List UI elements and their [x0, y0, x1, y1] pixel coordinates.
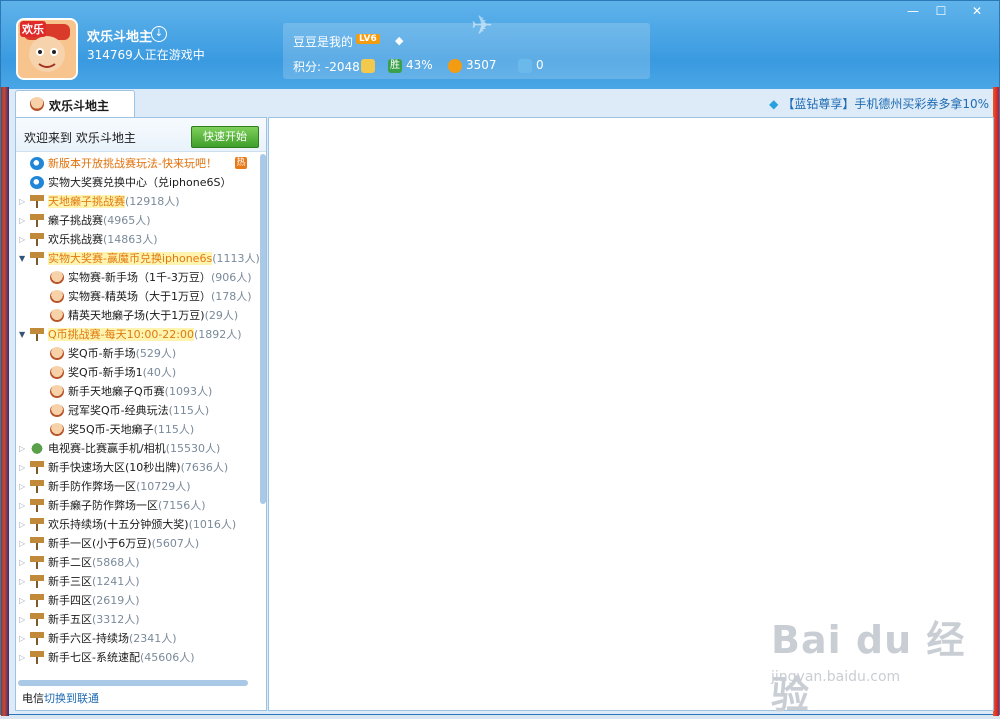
signpost-icon: [30, 461, 44, 474]
signpost-icon: [30, 575, 44, 588]
signpost-icon: [30, 632, 44, 645]
watermark-logo: Bai du 经验: [771, 618, 966, 717]
face-icon: [50, 347, 64, 360]
promo-link[interactable]: ◆ 【蓝钻尊享】手机德州买彩券多拿10%: [769, 95, 989, 112]
face-icon: [50, 423, 64, 436]
diamond-icon: ◆: [769, 97, 779, 111]
face-icon: [30, 97, 44, 111]
expand-arrow-icon[interactable]: ▷: [19, 610, 27, 629]
face-icon: [50, 271, 64, 284]
coupon-stat: 0: [518, 58, 544, 73]
expand-arrow-icon[interactable]: ▷: [19, 591, 27, 610]
game-logo: 欢乐: [16, 18, 78, 80]
ie-icon: [30, 176, 44, 189]
diamond-icon[interactable]: ◆: [395, 34, 403, 47]
expand-arrow-icon[interactable]: ▷: [19, 629, 27, 648]
face-icon: [50, 309, 64, 322]
desktop-edge-left: [1, 87, 9, 716]
tab-label: 欢乐斗地主: [49, 99, 110, 113]
user-nickname[interactable]: 豆豆是我的: [293, 33, 353, 50]
signpost-icon: [30, 252, 44, 265]
room-list-panel: 欢迎来到 欢乐斗地主 快速开始 新版本开放挑战赛玩法-快来玩吧！ 热 实物大奖赛…: [15, 117, 267, 711]
pencil-icon[interactable]: [361, 58, 379, 73]
win-stat: 胜 43%: [388, 58, 433, 73]
score-label: 积分:: [293, 60, 322, 74]
signpost-icon: [30, 518, 44, 531]
score-value: -2048: [324, 60, 360, 74]
logo-tag: 欢乐: [20, 21, 46, 37]
tab-doudizhu[interactable]: 欢乐斗地主: [15, 90, 135, 118]
score-stat: 积分: -2048: [293, 58, 360, 75]
online-count: 314769人正在游戏中: [87, 48, 205, 62]
user-panel: 豆豆是我的 LV6 ◆ 积分: -2048 胜 43% 3507 0: [283, 23, 650, 79]
tv-icon: [30, 442, 44, 455]
signpost-icon: [30, 556, 44, 569]
expand-arrow-icon[interactable]: ▷: [19, 496, 27, 515]
horizontal-scrollbar[interactable]: [18, 680, 248, 686]
promo-text: 【蓝钻尊享】手机德州买彩券多拿10%: [782, 97, 989, 111]
face-icon: [50, 404, 64, 417]
signpost-icon: [30, 594, 44, 607]
bean-icon: [448, 58, 462, 73]
collapse-arrow-icon[interactable]: ▼: [19, 249, 27, 268]
vertical-scrollbar[interactable]: [260, 154, 266, 504]
beans-value: 3507: [466, 58, 497, 72]
expand-arrow-icon[interactable]: ▷: [19, 515, 27, 534]
face-icon: [50, 366, 64, 379]
hot-badge: 热: [235, 157, 247, 169]
signpost-icon: [30, 195, 44, 208]
win-icon: 胜: [388, 58, 402, 73]
signpost-icon: [30, 480, 44, 493]
signpost-icon: [30, 214, 44, 227]
signpost-icon: [30, 537, 44, 550]
switch-network-link[interactable]: 切换到联通: [44, 692, 99, 705]
network-switch: 电信切换到联通: [22, 690, 99, 706]
close-button[interactable]: ✕: [967, 4, 987, 18]
face-icon: [50, 290, 64, 303]
signpost-icon: [30, 328, 44, 341]
coupon-value: 0: [536, 58, 544, 72]
room-tree: 新版本开放挑战赛玩法-快来玩吧！ 热 实物大奖赛兑换中心（兑iphone6S） …: [16, 152, 262, 687]
expand-arrow-icon[interactable]: ▷: [19, 572, 27, 591]
app-window: 欢乐 欢乐斗地主 ↓ 314769人正在游戏中 ✈ 豆豆是我的 LV6 ◆ 积分…: [0, 0, 1000, 717]
maximize-button[interactable]: ☐: [931, 4, 951, 18]
signpost-icon: [30, 499, 44, 512]
watermark-url: jingyan.baidu.com: [771, 669, 901, 685]
beans-stat: 3507: [448, 58, 497, 73]
expand-arrow-icon[interactable]: ▷: [19, 648, 27, 667]
signpost-icon: [30, 651, 44, 664]
expand-arrow-icon[interactable]: ▷: [19, 477, 27, 496]
expand-arrow-icon[interactable]: ▷: [19, 534, 27, 553]
app-title: 欢乐斗地主: [87, 30, 153, 45]
coupon-icon: [518, 58, 532, 73]
collapse-arrow-icon[interactable]: ▼: [19, 325, 27, 344]
ie-icon: [30, 157, 44, 170]
expand-arrow-icon[interactable]: ▷: [19, 211, 27, 230]
download-icon[interactable]: ↓: [151, 26, 167, 42]
expand-arrow-icon[interactable]: ▷: [19, 553, 27, 572]
network-label: 电信: [22, 692, 44, 705]
win-rate: 43%: [406, 58, 433, 72]
face-icon: [50, 385, 64, 398]
expand-arrow-icon[interactable]: ▷: [19, 192, 27, 211]
welcome-bar: 欢迎来到 欢乐斗地主 快速开始: [16, 118, 266, 152]
expand-arrow-icon[interactable]: ▷: [19, 230, 27, 249]
minimize-button[interactable]: —: [903, 4, 923, 18]
signpost-icon: [30, 233, 44, 246]
signpost-icon: [30, 613, 44, 626]
welcome-text: 欢迎来到 欢乐斗地主: [24, 131, 136, 145]
level-badge: LV6: [356, 34, 380, 44]
expand-arrow-icon[interactable]: ▷: [19, 458, 27, 477]
expand-arrow-icon[interactable]: ▷: [19, 439, 27, 458]
quick-start-button[interactable]: 快速开始: [191, 126, 259, 148]
